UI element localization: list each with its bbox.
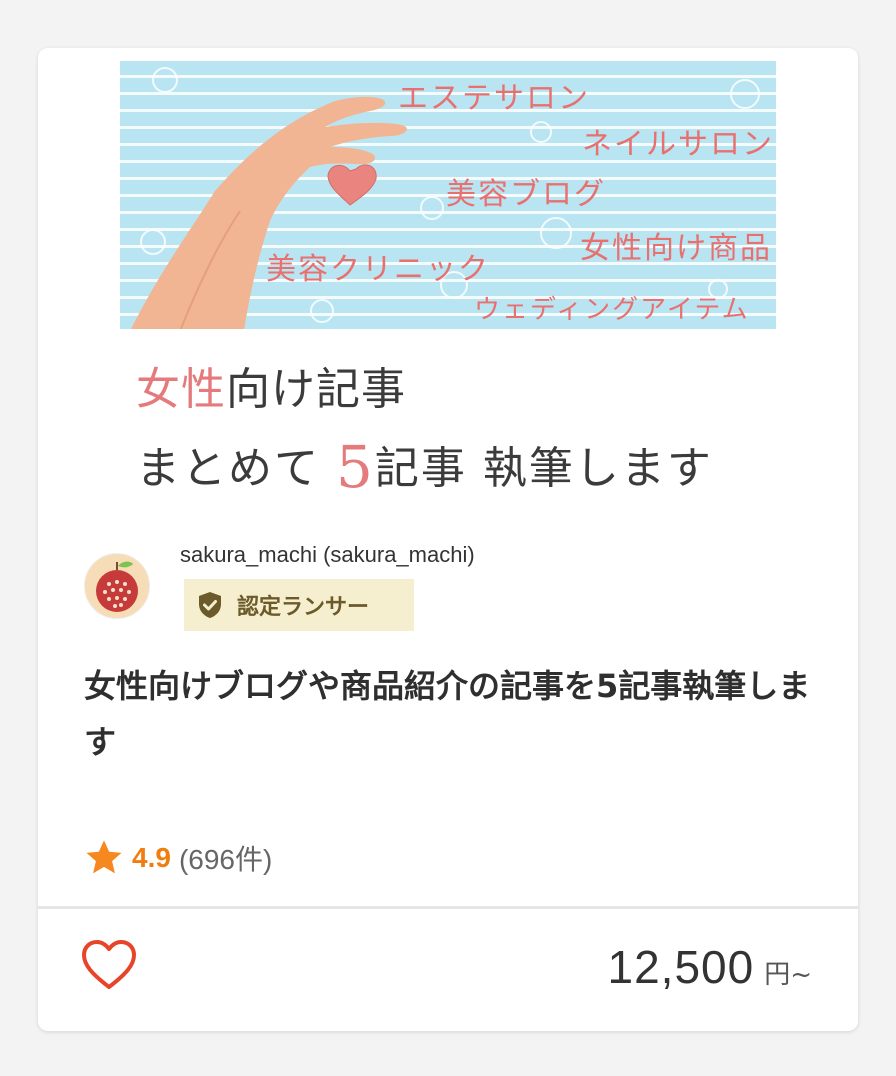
banner-word: ネイルサロン [582,127,774,162]
thumbnail-headline-rest: 向け記事 [226,364,406,415]
star-icon [84,839,124,877]
seller-avatar[interactable] [84,553,150,619]
service-title[interactable]: 女性向けブログや商品紹介の記事を5記事執筆します [84,658,814,770]
banner-word: 美容ブログ [446,177,606,212]
banner-word: 美容クリニック [266,252,490,287]
banner-word: ウェディングアイテム [474,295,750,325]
service-thumbnail[interactable]: エステサロン ネイルサロン 美容ブログ 女性向け商品 美容クリニック ウェディン… [38,48,858,548]
rating: 4.9 (696件) [84,838,272,878]
thumbnail-headline-accent: 女性 [136,364,226,415]
favorite-button[interactable] [80,938,138,992]
apple-avatar-icon [85,554,149,618]
banner-word: エステサロン [398,81,590,116]
rating-value: 4.9 [132,842,171,873]
thumbnail-headline: 女性向け記事 [136,353,406,417]
shield-check-icon [197,591,223,619]
thumbnail-subline-number: 5 [336,433,375,501]
card-divider [38,906,858,909]
service-card[interactable]: エステサロン ネイルサロン 美容ブログ 女性向け商品 美容クリニック ウェディン… [38,48,858,1031]
price-unit: 円~ [764,960,812,990]
price-value: 12,500 [607,941,755,993]
thumbnail-banner: エステサロン ネイルサロン 美容ブログ 女性向け商品 美容クリニック ウェディン… [120,61,776,329]
badge-label: 認定ランサー [237,595,370,620]
thumbnail-subline: まとめて 5記事 執筆します [136,432,713,501]
heart-outline-icon [82,940,136,989]
banner-word: 女性向け商品 [580,231,772,266]
thumbnail-subline-pre: まとめて [136,443,336,494]
review-count: (696件) [178,844,273,875]
certified-badge: 認定ランサー [184,579,414,631]
seller-name[interactable]: sakura_machi (sakura_machi) [180,542,475,568]
price: 12,500 円~ [608,940,813,994]
hand-illustration-icon [131,96,407,329]
thumbnail-subline-post: 記事 執筆します [374,443,713,494]
